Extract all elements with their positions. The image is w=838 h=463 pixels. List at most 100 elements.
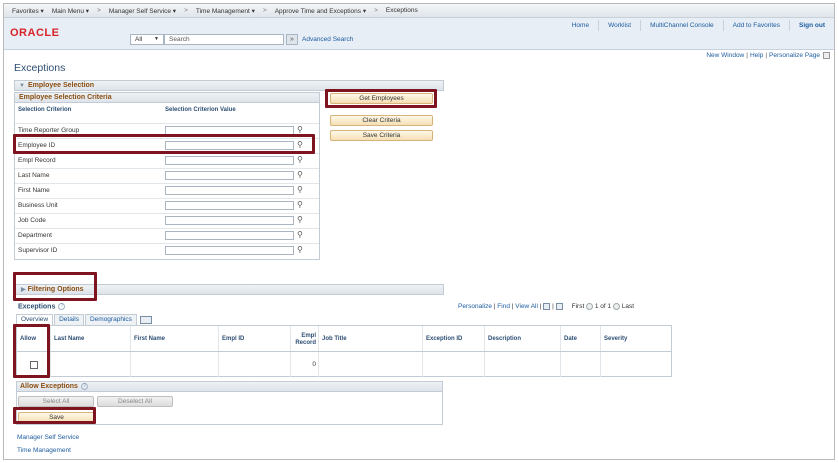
lookup-search-icon[interactable]: ⚲ bbox=[297, 215, 306, 225]
first-label[interactable]: First bbox=[572, 303, 585, 310]
home-link[interactable]: Home bbox=[563, 20, 598, 31]
lookup-search-icon[interactable]: ⚲ bbox=[297, 125, 306, 135]
col-severity: Severity bbox=[604, 336, 628, 342]
last-name-input[interactable] bbox=[165, 171, 294, 180]
employee-id-input[interactable] bbox=[165, 141, 294, 150]
time-management-link[interactable]: Time Management bbox=[17, 447, 71, 454]
next-row-icon[interactable] bbox=[612, 303, 620, 310]
lookup-search-icon[interactable]: ⚲ bbox=[297, 230, 306, 240]
business-unit-input[interactable] bbox=[165, 201, 294, 210]
nav-separator: > bbox=[374, 7, 378, 14]
grid-navigation: Personalize | Find | View All | | First … bbox=[458, 303, 634, 310]
help-icon[interactable]: ? bbox=[58, 303, 66, 310]
exceptions-title-text: Exceptions bbox=[18, 303, 56, 311]
row-count: 1 of 1 bbox=[594, 303, 612, 311]
nav-main-menu[interactable]: Main Menu ▾ bbox=[52, 7, 97, 15]
tab-overview[interactable]: Overview bbox=[16, 314, 54, 325]
clear-criteria-button[interactable]: Clear Criteria bbox=[330, 115, 433, 126]
manager-self-service-link[interactable]: Manager Self Service bbox=[17, 434, 79, 441]
allow-checkbox[interactable] bbox=[30, 361, 38, 369]
date-cell bbox=[561, 352, 601, 377]
download-icon[interactable] bbox=[555, 303, 563, 310]
col-description: Description bbox=[485, 326, 561, 351]
employee-selection-title: Employee Selection bbox=[27, 82, 95, 89]
search-scope-select[interactable]: All ▼ bbox=[130, 34, 164, 45]
job-title-cell bbox=[319, 352, 423, 377]
multichannel-console-link[interactable]: MultiChannel Console bbox=[640, 20, 723, 31]
table-row: 0 bbox=[17, 352, 671, 377]
criterion-label: Time Reporter Group bbox=[18, 127, 80, 134]
col-date: Date bbox=[561, 326, 601, 351]
find-link[interactable]: Find bbox=[497, 303, 510, 310]
nav-pipe: | bbox=[552, 303, 554, 311]
empl-record-input[interactable] bbox=[165, 156, 294, 165]
search-input[interactable]: Search bbox=[164, 34, 284, 45]
oracle-logo: ORACLE bbox=[10, 27, 60, 39]
lookup-search-icon[interactable]: ⚲ bbox=[297, 200, 306, 210]
selection-criteria-box: Employee Selection Criteria Selection Cr… bbox=[14, 92, 320, 260]
breadcrumb: Favorites ▾ Main Menu ▾ > Manager Self S… bbox=[4, 4, 834, 18]
nav-exceptions[interactable]: Exceptions bbox=[386, 7, 426, 14]
worklist-link[interactable]: Worklist bbox=[598, 20, 640, 31]
allow-cell bbox=[17, 352, 51, 377]
department-input[interactable] bbox=[165, 231, 294, 240]
criterion-label: Job Code bbox=[18, 217, 46, 224]
help-icon[interactable]: ? bbox=[80, 382, 88, 390]
header-links: Home Worklist MultiChannel Console Add t… bbox=[563, 20, 834, 31]
personalize-link[interactable]: Personalize bbox=[458, 303, 492, 310]
previous-row-icon[interactable] bbox=[586, 303, 594, 310]
save-criteria-button[interactable]: Save Criteria bbox=[330, 130, 433, 141]
employee-selection-header[interactable]: ▼ Employee Selection bbox=[14, 80, 444, 91]
criteria-row: Employee ID ⚲ bbox=[15, 138, 319, 153]
personalize-page-link[interactable]: Personalize Page bbox=[769, 52, 820, 59]
sign-out-link[interactable]: Sign out bbox=[789, 20, 834, 31]
nav-favorites[interactable]: Favorites ▾ bbox=[12, 7, 52, 15]
lookup-search-icon[interactable]: ⚲ bbox=[297, 170, 306, 180]
nav-separator: > bbox=[262, 7, 267, 14]
show-all-columns-icon[interactable] bbox=[139, 316, 152, 324]
save-button[interactable]: Save bbox=[18, 412, 95, 423]
expand-triangle-icon: ▶ bbox=[21, 287, 26, 293]
view-all-link[interactable]: View All bbox=[515, 303, 538, 310]
exception-id-cell bbox=[423, 352, 485, 377]
col-last-name: Last Name bbox=[51, 326, 131, 351]
tab-demographics[interactable]: Demographics bbox=[84, 314, 137, 325]
last-label[interactable]: Last bbox=[622, 303, 634, 310]
job-code-input[interactable] bbox=[165, 216, 294, 225]
lookup-search-icon[interactable]: ⚲ bbox=[297, 185, 306, 195]
select-all-button[interactable]: Select All bbox=[18, 396, 94, 407]
col-empl-id: Empl ID bbox=[219, 326, 291, 351]
new-window-link[interactable]: New Window bbox=[706, 52, 744, 59]
criterion-label: Empl Record bbox=[18, 157, 56, 164]
criteria-title: Employee Selection Criteria bbox=[15, 93, 319, 103]
lookup-search-icon[interactable]: ⚲ bbox=[297, 140, 306, 150]
nav-approve-time[interactable]: Approve Time and Exceptions ▾ bbox=[275, 7, 374, 15]
tab-details[interactable]: Details bbox=[54, 314, 84, 325]
allow-exceptions-title: Allow Exceptions bbox=[20, 383, 78, 390]
collapse-triangle-icon: ▼ bbox=[19, 82, 25, 89]
criterion-label: Last Name bbox=[18, 172, 50, 179]
criteria-row: Last Name ⚲ bbox=[15, 168, 319, 183]
nav-time-management[interactable]: Time Management ▾ bbox=[196, 7, 263, 15]
advanced-search-link[interactable]: Advanced Search bbox=[302, 36, 353, 43]
deselect-all-button[interactable]: Deselect All bbox=[97, 396, 173, 407]
search-go-button[interactable]: » bbox=[286, 34, 298, 45]
lookup-search-icon[interactable]: ⚲ bbox=[297, 245, 306, 255]
lookup-search-icon[interactable]: ⚲ bbox=[297, 155, 306, 165]
nav-separator: > bbox=[97, 7, 101, 14]
get-employees-button[interactable]: Get Employees bbox=[330, 93, 433, 104]
first-name-input[interactable] bbox=[165, 186, 294, 195]
exceptions-grid-title: Exceptions? bbox=[18, 303, 66, 311]
nav-pipe: | bbox=[511, 303, 514, 311]
nav-manager-self-service[interactable]: Manager Self Service ▾ bbox=[109, 7, 184, 15]
criterion-label: Employee ID bbox=[18, 142, 56, 149]
add-to-favorites-link[interactable]: Add to Favorites bbox=[722, 20, 789, 31]
supervisor-id-input[interactable] bbox=[165, 246, 294, 255]
zoom-grid-icon[interactable] bbox=[543, 303, 551, 310]
filtering-options-header[interactable]: ▶ Filtering Options bbox=[14, 284, 444, 295]
time-reporter-group-input[interactable] bbox=[165, 126, 294, 135]
criteria-row: Business Unit ⚲ bbox=[15, 198, 319, 213]
empl-record-cell: 0 bbox=[291, 352, 319, 377]
scrollbar-thumb[interactable] bbox=[823, 52, 830, 59]
help-link[interactable]: Help bbox=[750, 52, 763, 59]
